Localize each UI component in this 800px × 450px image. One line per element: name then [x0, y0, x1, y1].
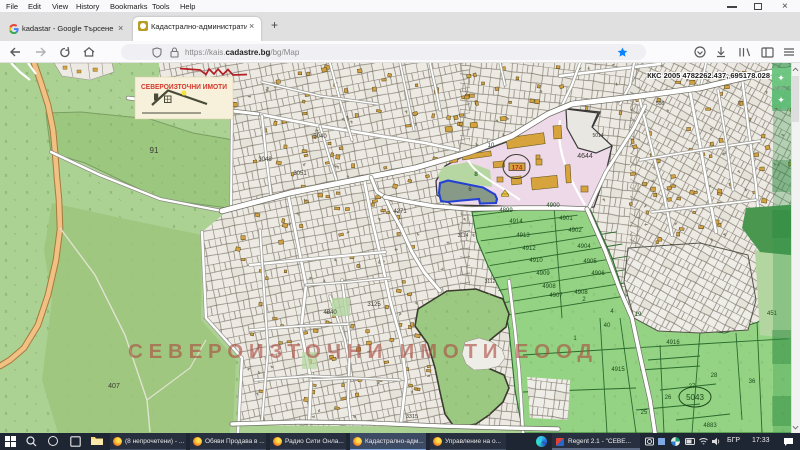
svg-text:4913: 4913 [516, 233, 530, 239]
svg-text:36: 36 [749, 379, 756, 385]
svg-text:СЕВЕРОИЗТОЧНИ ИМОТИ ЕООД: СЕВЕРОИЗТОЧНИ ИМОТИ ЕООД [128, 340, 592, 363]
svg-text:4840: 4840 [323, 310, 337, 316]
svg-text:3114: 3114 [458, 233, 469, 239]
svg-text:4644: 4644 [577, 153, 593, 160]
svg-text:508: 508 [656, 101, 665, 107]
svg-text:4904: 4904 [577, 244, 591, 250]
svg-text:10: 10 [488, 143, 495, 149]
svg-text:СЕВЕРОИЗТОЧНИ ИМОТИ: СЕВЕРОИЗТОЧНИ ИМОТИ [141, 84, 227, 91]
svg-text:3040: 3040 [313, 134, 327, 140]
svg-text:3051: 3051 [293, 171, 307, 177]
svg-text:ККС 2005 4782262.437, 695178.0: ККС 2005 4782262.437, 695178.028 [647, 71, 770, 80]
svg-text:5014: 5014 [592, 133, 603, 139]
svg-text:40: 40 [604, 323, 611, 329]
svg-text:8: 8 [474, 171, 478, 178]
svg-text:407: 407 [108, 383, 120, 390]
svg-text:4883: 4883 [703, 423, 717, 429]
svg-text:174: 174 [512, 165, 523, 172]
svg-text:91: 91 [150, 146, 159, 155]
svg-text:4914: 4914 [509, 219, 523, 225]
svg-text:4271: 4271 [393, 209, 407, 215]
svg-text:4916: 4916 [666, 340, 680, 346]
svg-text:4905: 4905 [583, 259, 597, 265]
svg-text:4906: 4906 [591, 271, 605, 277]
svg-text:19: 19 [635, 312, 642, 318]
svg-text:4907: 4907 [549, 293, 563, 299]
svg-text:4910: 4910 [529, 258, 543, 264]
svg-text:✦: ✦ [777, 95, 785, 105]
svg-text:✦: ✦ [777, 73, 785, 83]
svg-text:26: 26 [665, 395, 672, 401]
svg-text:28: 28 [711, 373, 718, 379]
svg-text:3315: 3315 [406, 414, 418, 420]
svg-text:27: 27 [689, 384, 696, 390]
svg-text:25: 25 [641, 410, 648, 416]
svg-text:4899: 4899 [499, 208, 513, 214]
svg-text:4908: 4908 [574, 290, 588, 296]
svg-text:3125: 3125 [367, 302, 381, 308]
svg-text:4902: 4902 [568, 228, 582, 234]
svg-text:4915: 4915 [611, 367, 625, 373]
svg-text:5043: 5043 [686, 393, 704, 402]
svg-text:4900: 4900 [546, 203, 560, 209]
svg-text:4912: 4912 [522, 246, 536, 252]
svg-text:4901: 4901 [559, 216, 573, 222]
svg-text:3048: 3048 [258, 157, 272, 163]
svg-text:4908: 4908 [542, 284, 556, 290]
svg-text:4909: 4909 [536, 271, 550, 277]
svg-text:3112: 3112 [485, 279, 496, 285]
